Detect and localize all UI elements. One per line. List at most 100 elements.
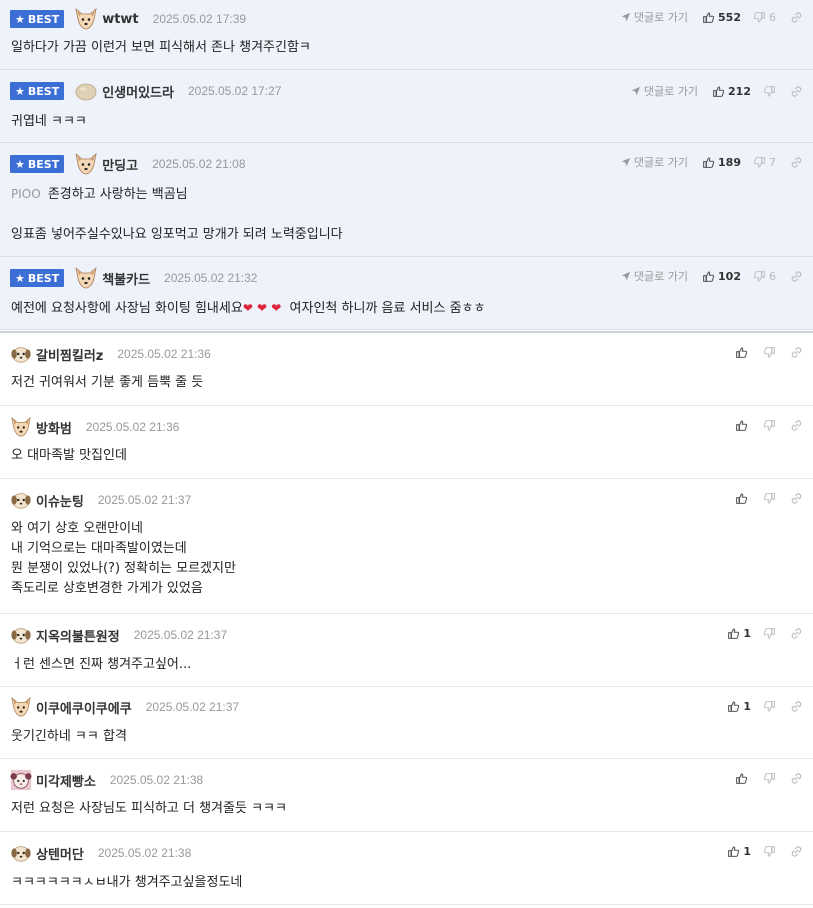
best-badge: ★ BEST <box>10 155 65 173</box>
link-icon <box>790 156 803 169</box>
nickname[interactable]: 갈비찜킬러z <box>36 345 103 364</box>
nickname[interactable]: 책불카드 <box>102 269 150 288</box>
link-icon <box>790 11 803 24</box>
like-button[interactable]: 102 <box>702 270 741 283</box>
nickname[interactable]: 미각제빵소 <box>36 771 96 790</box>
thumbs-down-icon <box>763 845 776 858</box>
copy-link-button[interactable] <box>790 772 803 785</box>
like-button[interactable]: 1 <box>727 845 751 858</box>
dislike-button[interactable] <box>763 845 776 858</box>
comment-text: 저건 귀여워서 기분 좋게 듬뿍 줄 듯 <box>11 375 204 390</box>
copy-link-button[interactable] <box>790 627 803 640</box>
best-badge: ★ BEST <box>10 82 65 100</box>
dog-avatar-icon <box>10 416 32 438</box>
dislike-button[interactable] <box>763 700 776 713</box>
dislike-button[interactable] <box>763 346 776 359</box>
copy-link-button[interactable] <box>790 85 803 98</box>
comment-item: 상텐머단 2025.05.02 21:38 1 ㅋㅋㅋㅋㅋㅋㅅㅂ내가 챙겨주고싶… <box>0 832 813 905</box>
copy-link-button[interactable] <box>790 11 803 24</box>
like-button[interactable] <box>735 346 751 359</box>
thumbs-up-icon <box>727 627 740 640</box>
like-button[interactable]: 212 <box>712 85 751 98</box>
dislike-button[interactable] <box>763 627 776 640</box>
navigation-arrow-icon <box>621 157 631 167</box>
nickname[interactable]: 이쿠에쿠이쿠에쿠 <box>36 698 132 717</box>
comment-item: 미각제빵소 2025.05.02 21:38 저런 요청은 사장님도 피식하고 … <box>0 759 813 832</box>
thumbs-up-icon <box>735 419 748 432</box>
link-icon <box>790 85 803 98</box>
goto-comment-link[interactable]: 댓글로 가기 <box>621 9 688 25</box>
dislike-button[interactable] <box>763 419 776 432</box>
dog-avatar-icon <box>74 152 98 176</box>
like-button[interactable] <box>735 492 751 505</box>
dislike-button[interactable]: 7 <box>753 156 776 169</box>
dog-avatar-icon <box>10 624 32 646</box>
comment-text: ㅓ런 센스면 진짜 챙겨주고싶어... <box>11 657 192 672</box>
dog-avatar-icon <box>74 266 98 290</box>
link-icon <box>790 845 803 858</box>
star-icon: ★ <box>15 271 25 285</box>
comment-item: 방화범 2025.05.02 21:36 오 대마족발 맛집인데 <box>0 406 813 479</box>
goto-comment-link[interactable]: 댓글로 가기 <box>631 83 698 99</box>
like-button[interactable] <box>735 772 751 785</box>
dislike-button[interactable]: 6 <box>753 11 776 24</box>
dislike-button[interactable] <box>763 85 776 98</box>
star-icon: ★ <box>15 12 25 26</box>
nickname[interactable]: 이슈눈팅 <box>36 491 84 510</box>
thumbs-down-icon <box>763 772 776 785</box>
nickname[interactable]: 지옥의불튼원정 <box>36 626 120 645</box>
nickname[interactable]: 인생머있드라 <box>102 82 174 101</box>
dislike-button[interactable] <box>763 772 776 785</box>
link-icon <box>790 700 803 713</box>
like-button[interactable] <box>735 419 751 432</box>
nickname[interactable]: 방화범 <box>36 418 72 437</box>
nickname[interactable]: 만딩고 <box>102 155 138 174</box>
best-badge: ★ BEST <box>10 10 65 28</box>
thumbs-down-icon <box>763 492 776 505</box>
like-button[interactable]: 1 <box>727 627 751 640</box>
thumbs-down-icon <box>753 270 766 283</box>
dislike-button[interactable]: 6 <box>753 270 776 283</box>
timestamp: 2025.05.02 21:37 <box>97 493 192 507</box>
comment-text: ㅋㅋㅋㅋㅋㅋㅅㅂ내가 챙겨주고싶을정도네 <box>11 875 243 890</box>
copy-link-button[interactable] <box>790 845 803 858</box>
link-icon <box>790 270 803 283</box>
copy-link-button[interactable] <box>790 270 803 283</box>
like-button[interactable]: 1 <box>727 700 751 713</box>
dog-avatar-icon <box>10 489 32 511</box>
thumbs-down-icon <box>753 156 766 169</box>
dog-avatar-icon <box>10 343 32 365</box>
navigation-arrow-icon <box>621 271 631 281</box>
goto-comment-link[interactable]: 댓글로 가기 <box>621 268 688 284</box>
comment-text: PIOO 존경하고 사랑하는 백곰님 <box>11 187 188 202</box>
thumbs-up-icon <box>702 11 715 24</box>
dog-avatar-icon <box>10 842 32 864</box>
link-icon <box>790 419 803 432</box>
comment-item: ★ BEST 인생머있드라 2025.05.02 17:27 댓글로 가기 212… <box>0 70 813 143</box>
thumbs-up-icon <box>735 492 748 505</box>
copy-link-button[interactable] <box>790 492 803 505</box>
dislike-button[interactable] <box>763 492 776 505</box>
blob-avatar-icon <box>74 79 98 103</box>
like-button[interactable]: 189 <box>702 156 741 169</box>
nickname[interactable]: 상텐머단 <box>36 844 84 863</box>
like-button[interactable]: 552 <box>702 11 741 24</box>
copy-link-button[interactable] <box>790 700 803 713</box>
heart-icon: ❤ <box>257 301 268 315</box>
thumbs-up-icon <box>712 85 725 98</box>
copy-link-button[interactable] <box>790 419 803 432</box>
timestamp: 2025.05.02 21:38 <box>109 773 204 787</box>
copy-link-button[interactable] <box>790 346 803 359</box>
nickname[interactable]: wtwt <box>102 12 138 27</box>
goto-comment-link[interactable]: 댓글로 가기 <box>621 154 688 170</box>
copy-link-button[interactable] <box>790 156 803 169</box>
timestamp: 2025.05.02 17:39 <box>152 12 247 26</box>
star-icon: ★ <box>15 84 25 98</box>
comment-item: ★ BEST 책불카드 2025.05.02 21:32 댓글로 가기 102 6… <box>0 257 813 330</box>
comment-item: ★ BEST 만딩고 2025.05.02 21:08 댓글로 가기 189 7 … <box>0 143 813 257</box>
face-avatar-icon <box>10 769 32 791</box>
thumbs-down-icon <box>763 346 776 359</box>
timestamp: 2025.05.02 21:36 <box>85 420 180 434</box>
thumbs-up-icon <box>735 772 748 785</box>
link-icon <box>790 627 803 640</box>
